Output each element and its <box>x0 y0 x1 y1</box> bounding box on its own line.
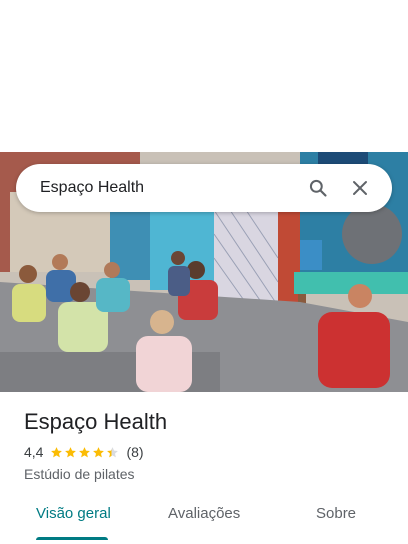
place-info-panel: Espaço Health 4,4 (8) Estúdio de pilates… <box>0 392 408 544</box>
place-category: Estúdio de pilates <box>24 466 135 482</box>
search-icon[interactable] <box>300 170 336 206</box>
place-title: Espaço Health <box>24 409 168 434</box>
tab-bar: Visão geral Avaliações Sobre <box>0 497 408 544</box>
tab-about[interactable]: Sobre <box>316 505 356 522</box>
star-icon <box>51 446 63 457</box>
rating-value: 4,4 <box>24 444 44 460</box>
star-icon <box>79 446 91 457</box>
star-rating <box>50 446 120 459</box>
review-count[interactable]: (8) <box>126 444 143 460</box>
rating-row[interactable]: 4,4 (8) <box>24 444 144 460</box>
search-bar[interactable]: Espaço Health <box>16 164 392 212</box>
search-input[interactable]: Espaço Health <box>40 179 294 197</box>
close-icon[interactable] <box>342 170 378 206</box>
star-icon <box>93 446 105 457</box>
active-tab-indicator <box>36 537 108 540</box>
tab-overview[interactable]: Visão geral <box>36 505 111 522</box>
star-icon <box>107 446 119 457</box>
tab-reviews[interactable]: Avaliações <box>168 505 240 522</box>
star-icon <box>65 446 77 457</box>
blank-area <box>0 0 408 152</box>
